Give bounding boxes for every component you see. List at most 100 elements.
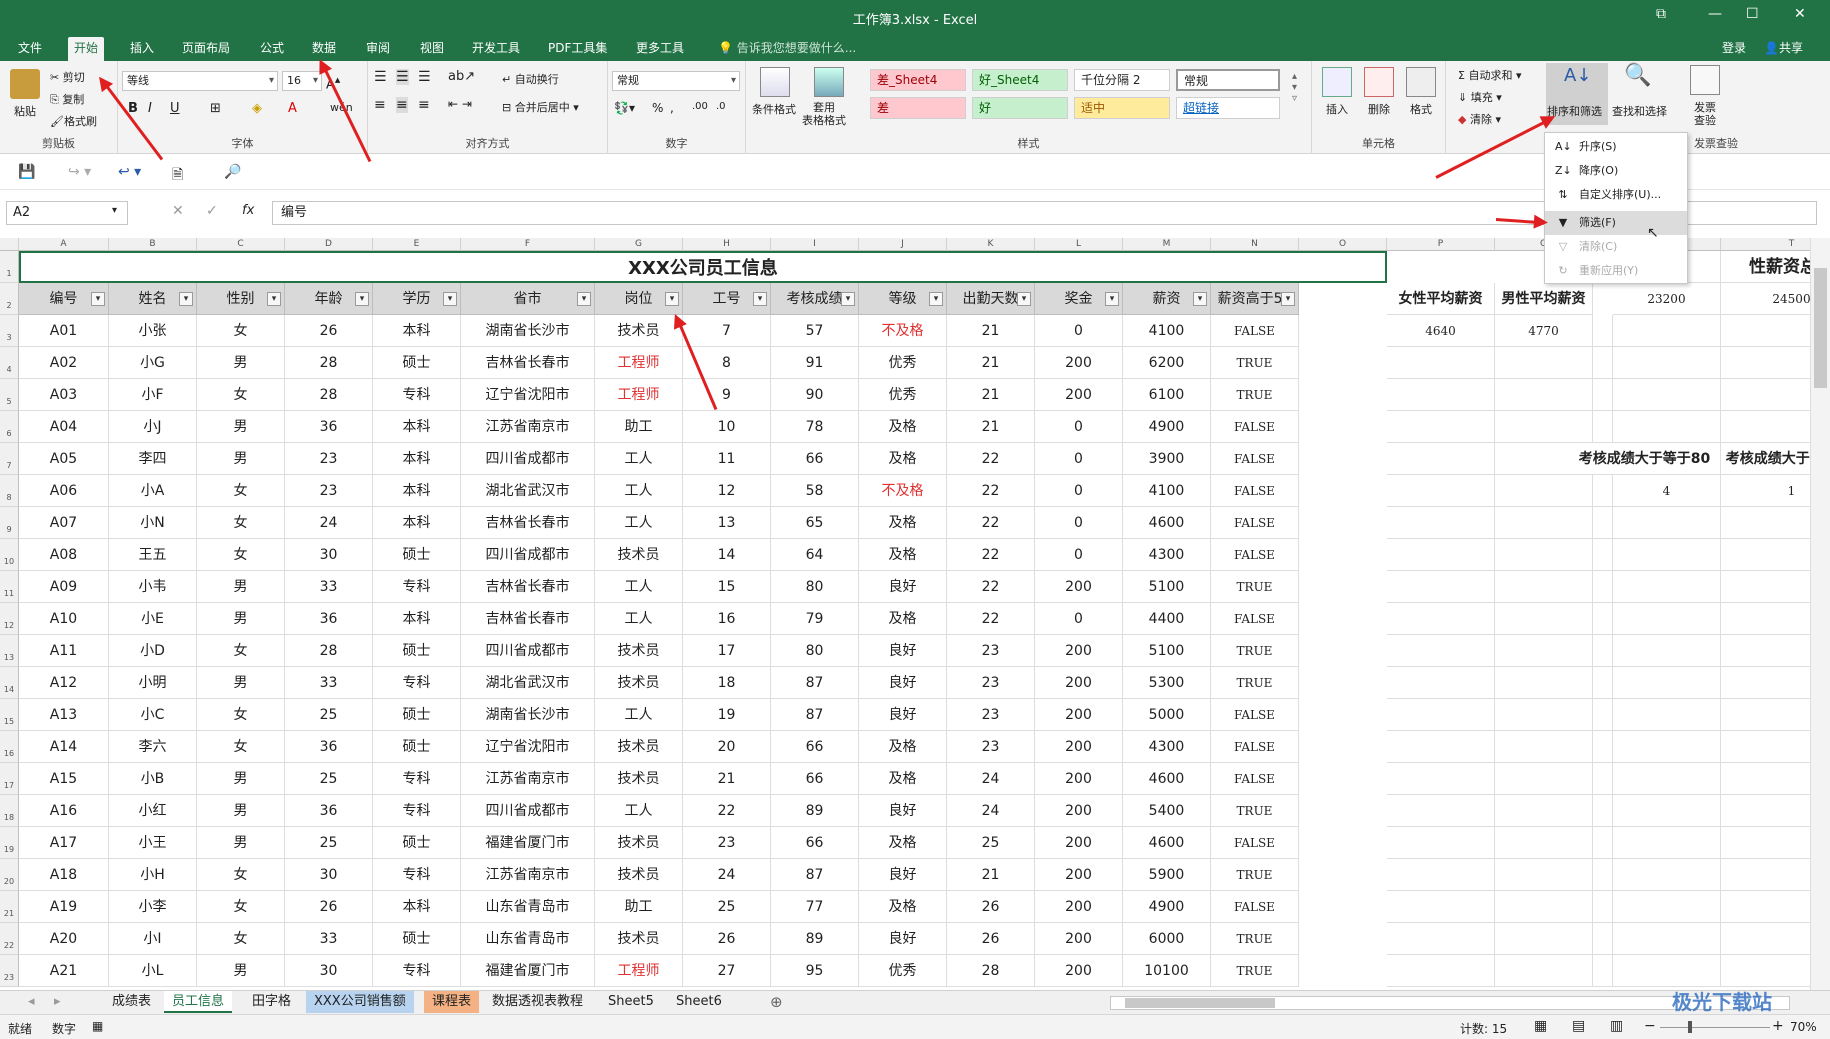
- table-cell[interactable]: A20: [19, 923, 109, 955]
- column-header-g[interactable]: G: [595, 238, 683, 251]
- percent-icon[interactable]: %: [652, 101, 663, 115]
- table-cell[interactable]: 25: [285, 699, 373, 731]
- print-preview-icon[interactable]: 🗎: [172, 164, 183, 188]
- table-cell[interactable]: 10100: [1123, 955, 1211, 987]
- empty-cell[interactable]: [1613, 827, 1721, 859]
- table-cell[interactable]: 小F: [109, 379, 197, 411]
- tell-me-input[interactable]: 💡 告诉我您想要做什么...: [712, 37, 862, 61]
- delete-cells-icon[interactable]: [1364, 67, 1394, 97]
- empty-cell[interactable]: [1593, 795, 1613, 827]
- table-cell[interactable]: 4300: [1123, 539, 1211, 571]
- sheet-tab-sales[interactable]: XXX公司销售额: [306, 991, 414, 1013]
- table-cell[interactable]: A10: [19, 603, 109, 635]
- table-cell[interactable]: 硕士: [373, 731, 461, 763]
- normal-view-icon[interactable]: ▦: [1534, 1018, 1547, 1034]
- table-cell[interactable]: 87: [771, 667, 859, 699]
- table-cell[interactable]: 技术员: [595, 827, 683, 859]
- filter-dropdown-icon[interactable]: ▾: [355, 292, 369, 306]
- table-cell[interactable]: 78: [771, 411, 859, 443]
- table-cell[interactable]: 66: [771, 827, 859, 859]
- filter-dropdown-icon[interactable]: ▾: [665, 292, 679, 306]
- empty-cell[interactable]: [1387, 635, 1495, 667]
- table-cell[interactable]: 200: [1035, 379, 1123, 411]
- table-cell[interactable]: 4300: [1123, 731, 1211, 763]
- table-cell[interactable]: A09: [19, 571, 109, 603]
- table-cell[interactable]: 女: [197, 507, 285, 539]
- empty-cell[interactable]: [1613, 411, 1721, 443]
- table-cell[interactable]: 80: [771, 571, 859, 603]
- table-cell[interactable]: 0: [1035, 603, 1123, 635]
- column-header-c[interactable]: C: [197, 238, 285, 251]
- table-cell[interactable]: 58: [771, 475, 859, 507]
- table-cell[interactable]: 21: [683, 763, 771, 795]
- column-header-f[interactable]: F: [461, 238, 595, 251]
- add-sheet-icon[interactable]: ⊕: [762, 991, 791, 1013]
- table-header[interactable]: 奖金 ▾: [1035, 283, 1123, 315]
- table-cell[interactable]: A18: [19, 859, 109, 891]
- style-hyperlink[interactable]: 超链接: [1176, 97, 1280, 119]
- table-cell[interactable]: 女: [197, 475, 285, 507]
- font-size-select[interactable]: 16: [282, 71, 322, 91]
- invoice-icon[interactable]: [1690, 65, 1720, 95]
- table-cell[interactable]: 13: [683, 507, 771, 539]
- table-cell[interactable]: 工人: [595, 475, 683, 507]
- table-cell[interactable]: 吉林省长春市: [461, 347, 595, 379]
- table-cell[interactable]: 本科: [373, 507, 461, 539]
- empty-cell[interactable]: [1593, 603, 1613, 635]
- sheet-tab-pivot[interactable]: 数据透视表教程: [484, 991, 591, 1013]
- column-header-k[interactable]: K: [947, 238, 1035, 251]
- row-header[interactable]: 18: [0, 795, 19, 827]
- filter-dropdown-icon[interactable]: ▾: [753, 292, 767, 306]
- table-header[interactable]: 编号 ▾: [19, 283, 109, 315]
- border-icon[interactable]: ⊞: [210, 101, 221, 116]
- table-cell[interactable]: A07: [19, 507, 109, 539]
- table-cell[interactable]: 良好: [859, 667, 947, 699]
- table-cell[interactable]: 5900: [1123, 859, 1211, 891]
- table-cell[interactable]: 吉林省长春市: [461, 571, 595, 603]
- maximize-button[interactable]: ☐: [1746, 6, 1759, 22]
- table-cell[interactable]: A12: [19, 667, 109, 699]
- table-cell[interactable]: TRUE: [1211, 347, 1299, 379]
- table-cell[interactable]: FALSE: [1211, 443, 1299, 475]
- zoom-slider[interactable]: [1660, 1027, 1770, 1028]
- table-cell[interactable]: 小N: [109, 507, 197, 539]
- top-align-icon[interactable]: ☰: [374, 69, 387, 85]
- table-cell[interactable]: A01: [19, 315, 109, 347]
- table-cell[interactable]: 57: [771, 315, 859, 347]
- table-cell[interactable]: 21: [947, 859, 1035, 891]
- table-cell[interactable]: 66: [771, 763, 859, 795]
- table-cell[interactable]: 24: [285, 507, 373, 539]
- table-cell[interactable]: 四川省成都市: [461, 795, 595, 827]
- tab-review[interactable]: 审阅: [360, 37, 396, 61]
- table-cell[interactable]: 90: [771, 379, 859, 411]
- font-color-icon[interactable]: A: [288, 101, 297, 116]
- empty-cell[interactable]: [1593, 507, 1613, 539]
- table-cell[interactable]: 小韦: [109, 571, 197, 603]
- table-cell[interactable]: TRUE: [1211, 955, 1299, 987]
- table-cell[interactable]: 4900: [1123, 411, 1211, 443]
- table-cell[interactable]: 小红: [109, 795, 197, 827]
- filter-dropdown-icon[interactable]: ▾: [179, 292, 193, 306]
- table-cell[interactable]: 小王: [109, 827, 197, 859]
- table-cell[interactable]: 5100: [1123, 571, 1211, 603]
- table-header[interactable]: 省市 ▾: [461, 283, 595, 315]
- number-format-select[interactable]: 常规: [612, 71, 740, 91]
- table-cell[interactable]: 23: [947, 635, 1035, 667]
- empty-cell[interactable]: [1495, 763, 1593, 795]
- table-cell[interactable]: A02: [19, 347, 109, 379]
- zoom-in-icon[interactable]: +: [1772, 1018, 1784, 1034]
- table-cell[interactable]: 小H: [109, 859, 197, 891]
- table-cell[interactable]: 专科: [373, 571, 461, 603]
- filter-dropdown-icon[interactable]: ▾: [91, 292, 105, 306]
- table-cell[interactable]: 26: [947, 891, 1035, 923]
- table-cell[interactable]: TRUE: [1211, 635, 1299, 667]
- table-cell[interactable]: 不及格: [859, 475, 947, 507]
- format-cells-icon[interactable]: [1406, 67, 1436, 97]
- table-cell[interactable]: 专科: [373, 859, 461, 891]
- copy-button[interactable]: ⎘ 复制: [50, 91, 84, 107]
- merge-center-button[interactable]: ⊟ 合并后居中 ▾: [502, 99, 579, 115]
- table-cell[interactable]: 36: [285, 731, 373, 763]
- invoice-button[interactable]: 发票 查验: [1694, 101, 1716, 127]
- empty-cell[interactable]: [1387, 539, 1495, 571]
- row-header[interactable]: 16: [0, 731, 19, 763]
